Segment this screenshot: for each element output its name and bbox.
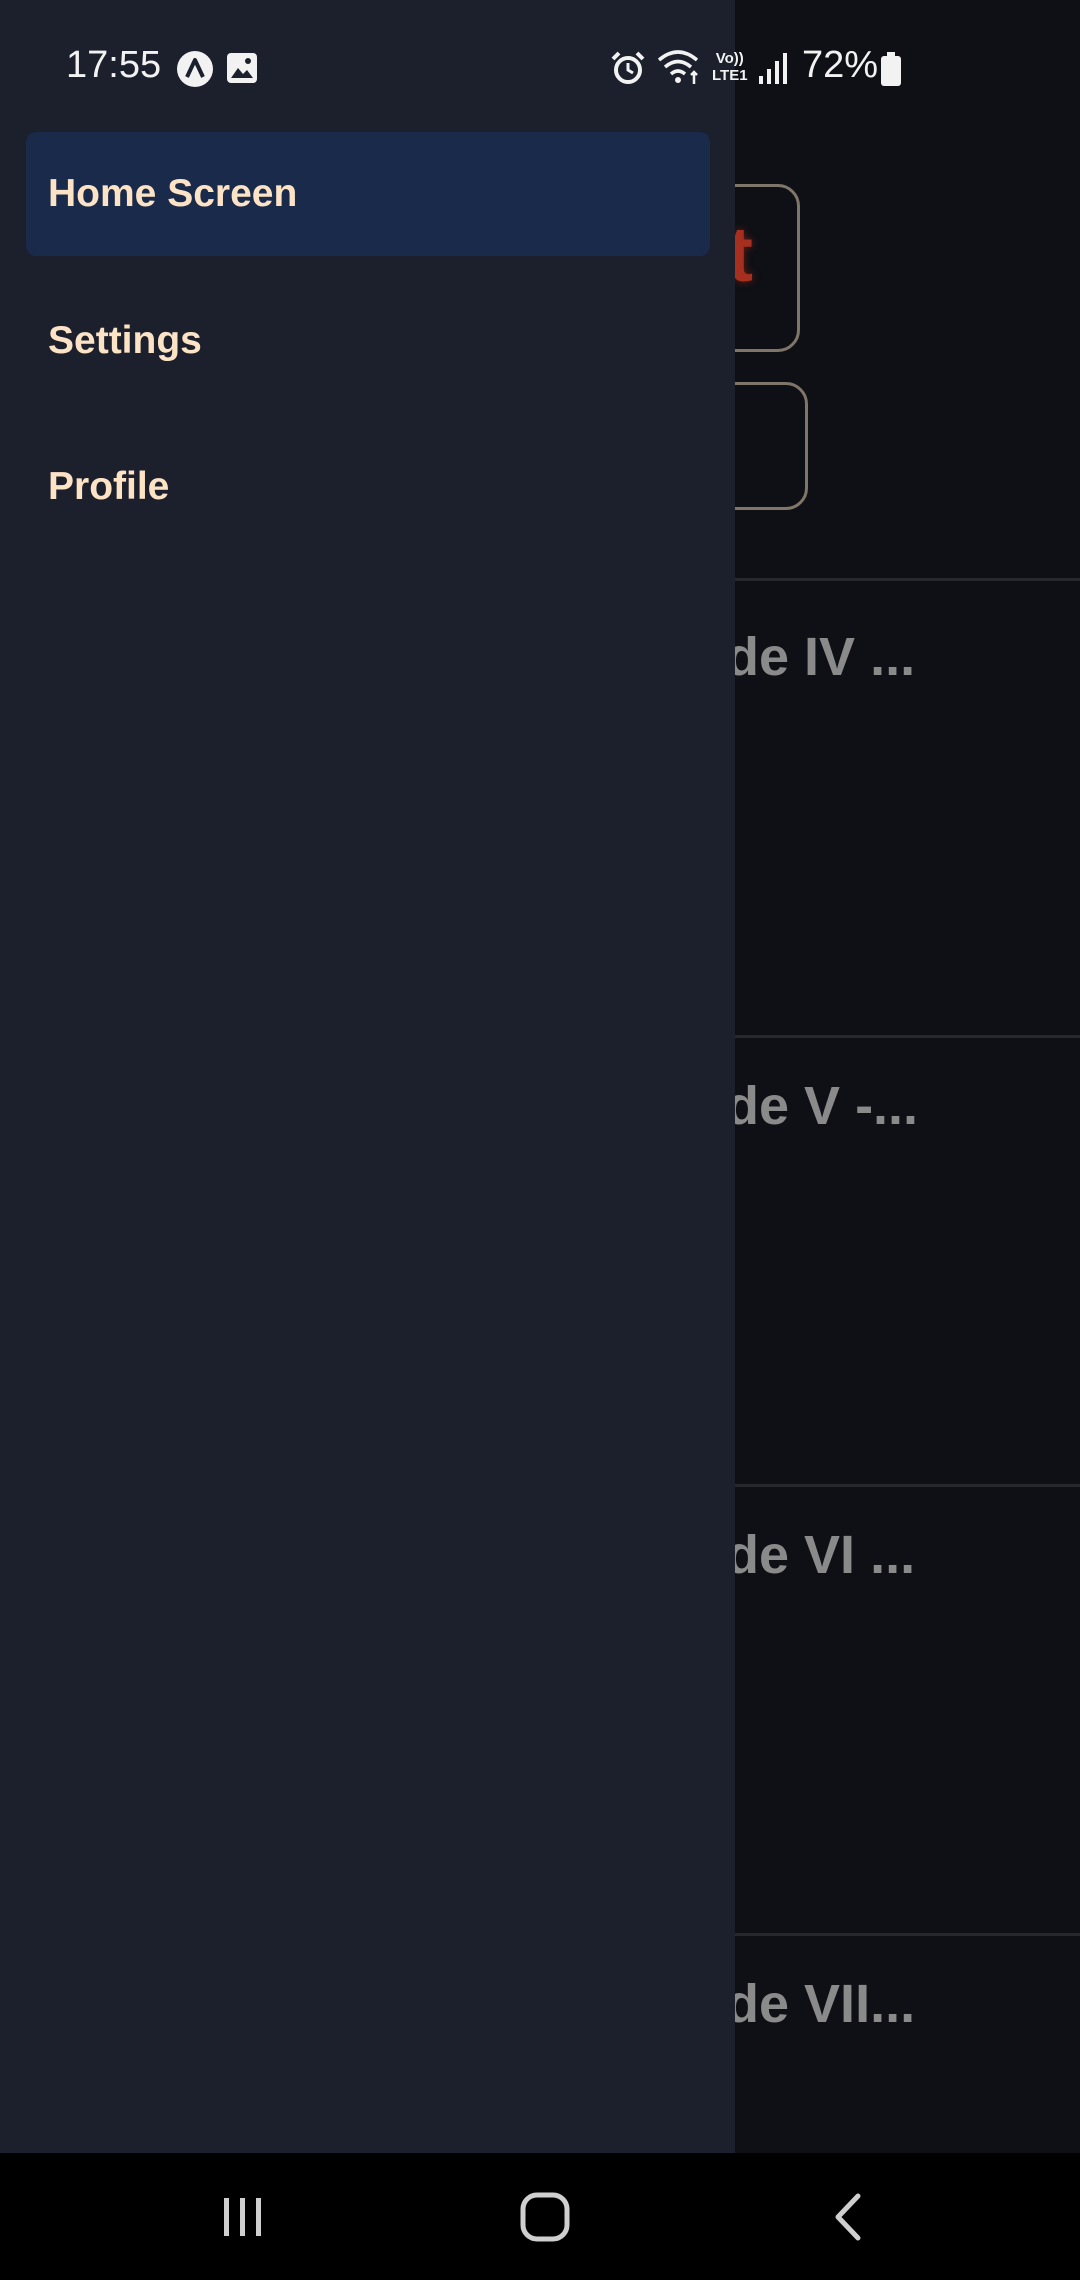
- battery-icon: [880, 52, 902, 91]
- volte-label: Vo)) LTE1: [712, 50, 748, 84]
- alarm-icon: [610, 50, 646, 91]
- drawer-item-home-screen[interactable]: Home Screen: [26, 132, 710, 256]
- navigation-bar: [0, 2153, 1080, 2280]
- navigation-drawer: Home Screen Settings Profile: [0, 0, 735, 2153]
- home-button[interactable]: [445, 2153, 645, 2280]
- episode-card-title[interactable]: Episode IV ...: [735, 626, 1080, 688]
- drawer-item-label: Settings: [48, 319, 202, 362]
- drawer-item-label: Profile: [48, 465, 170, 508]
- recent-apps-button[interactable]: [143, 2153, 343, 2280]
- home-icon: [520, 2192, 570, 2241]
- divider: [735, 578, 1080, 581]
- recent-apps-icon: [224, 2197, 261, 2236]
- episode-card-title[interactable]: Episode V -...: [735, 1075, 1080, 1137]
- wifi-icon: [656, 48, 702, 91]
- drawer-item-settings[interactable]: Settings: [26, 279, 710, 403]
- signal-icon: [758, 52, 788, 89]
- image-icon: [226, 52, 258, 89]
- divider: [735, 1035, 1080, 1038]
- drawer-item-label: Home Screen: [48, 172, 298, 215]
- divider: [735, 1933, 1080, 1936]
- episode-card-title[interactable]: Episode VII...: [735, 1973, 1080, 2035]
- battery-percentage: 72%: [802, 44, 879, 86]
- status-bar: 17:55 Vo)) LTE1 72%: [0, 0, 1080, 134]
- app-notification-icon: [176, 50, 214, 93]
- drawer-item-profile[interactable]: Profile: [26, 425, 710, 549]
- back-button[interactable]: [748, 2153, 948, 2280]
- back-icon: [835, 2193, 861, 2240]
- divider: [735, 1484, 1080, 1487]
- status-time: 17:55: [66, 44, 162, 86]
- episode-card-title[interactable]: Episode VI ...: [735, 1524, 1080, 1586]
